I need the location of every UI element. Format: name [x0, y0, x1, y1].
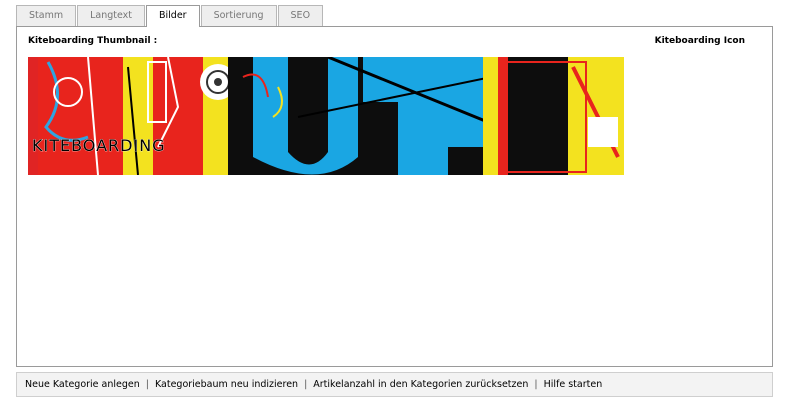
- tab-stamm[interactable]: Stamm: [16, 5, 77, 26]
- tab-langtext[interactable]: Langtext: [77, 5, 146, 26]
- tab-bilder[interactable]: Bilder: [146, 5, 200, 27]
- new-category-link[interactable]: Neue Kategorie anlegen: [25, 379, 140, 390]
- reindex-tree-link[interactable]: Kategoriebaum neu indizieren: [155, 379, 298, 390]
- tab-seo[interactable]: SEO: [277, 5, 324, 26]
- thumbnail-image: KITEBOARDING: [28, 57, 624, 175]
- footer-actions: Neue Kategorie anlegen | Kategoriebaum neu…: [16, 372, 773, 397]
- banner-text: KITEBOARDING: [32, 136, 166, 155]
- tab-sortierung[interactable]: Sortierung: [200, 5, 277, 26]
- footer-separator: |: [534, 379, 538, 390]
- images-panel: Kiteboarding Thumbnail : Kiteboarding Ic…: [16, 26, 773, 367]
- thumbnail-label: Kiteboarding Thumbnail :: [28, 36, 158, 46]
- footer-separator: |: [145, 379, 149, 390]
- tab-bar: Stamm Langtext Bilder Sortierung SEO: [16, 5, 324, 27]
- icon-label: Kiteboarding Icon: [654, 36, 745, 46]
- start-help-link[interactable]: Hilfe starten: [544, 379, 603, 390]
- footer-separator: |: [304, 379, 308, 390]
- reset-article-count-link[interactable]: Artikelanzahl in den Kategorien zurückse…: [313, 379, 528, 390]
